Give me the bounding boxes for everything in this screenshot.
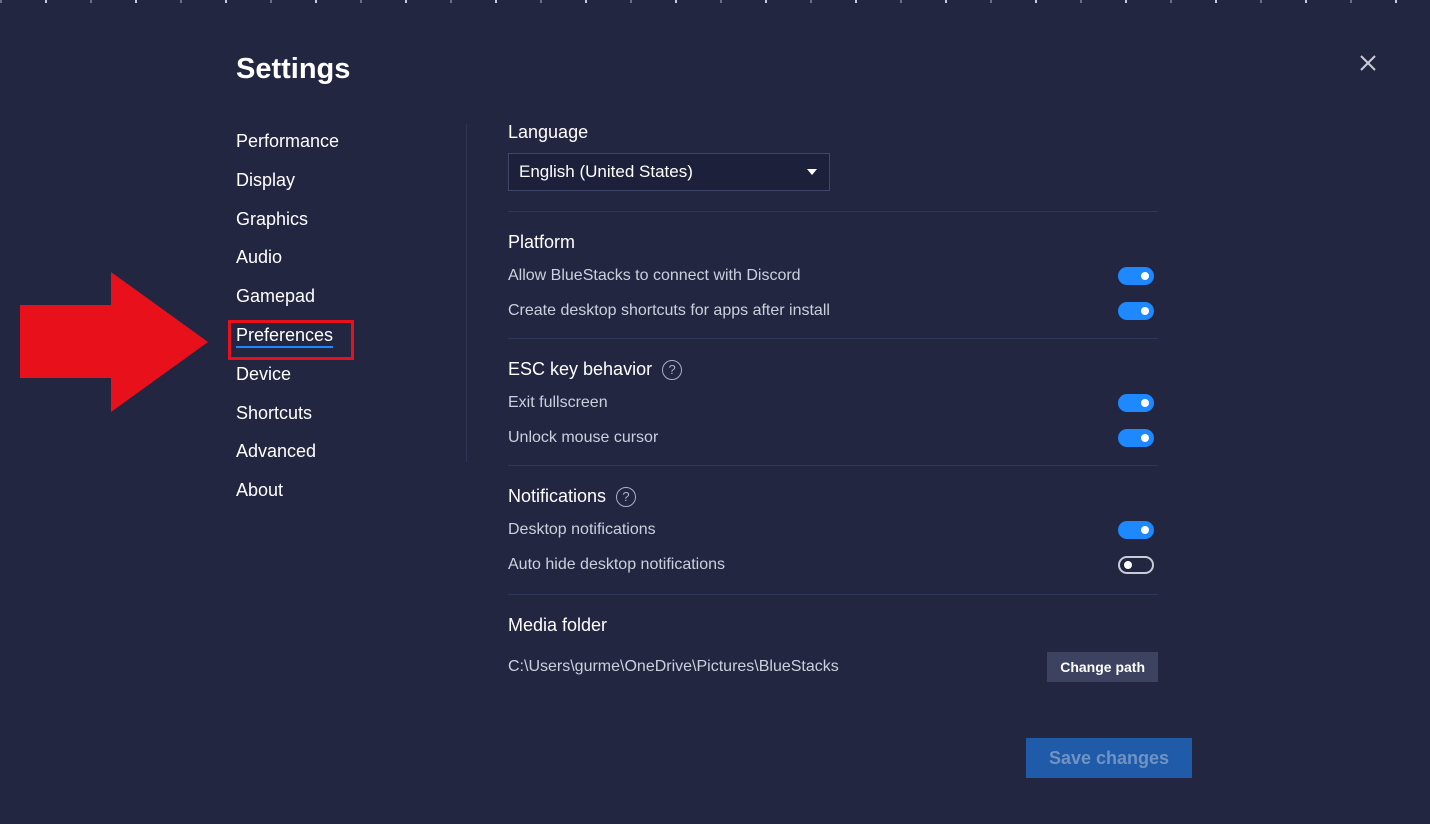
option-label: Unlock mouse cursor [508, 428, 659, 446]
nav-item-audio[interactable]: Audio [236, 241, 339, 280]
nav-item-label: Display [236, 169, 296, 190]
nav-item-device[interactable]: Device [236, 358, 339, 397]
close-icon[interactable] [1355, 50, 1381, 76]
esc-title: ESC key behavior ? [508, 359, 1158, 380]
option-row-desktop-notifications: Desktop notifications [508, 512, 1158, 547]
desktop-notifications-toggle[interactable] [1118, 520, 1154, 539]
option-label: Auto hide desktop notifications [508, 555, 726, 573]
annotation-arrow-icon [20, 272, 210, 417]
option-row-discord: Allow BlueStacks to connect with Discord [508, 258, 1158, 293]
nav-item-label: Gamepad [236, 286, 316, 307]
unlock-cursor-toggle[interactable] [1118, 428, 1154, 447]
option-label: Allow BlueStacks to connect with Discord [508, 266, 801, 284]
chevron-down-icon [807, 169, 817, 175]
language-selected-value: English (United States) [519, 162, 693, 181]
media-folder-row: C:\Users\gurme\OneDrive\Pictures\BlueSta… [508, 652, 1158, 682]
option-row-shortcuts: Create desktop shortcuts for apps after … [508, 293, 1158, 328]
platform-title: Platform [508, 232, 576, 252]
nav-item-gamepad[interactable]: Gamepad [236, 280, 339, 319]
background-strip [0, 0, 1430, 3]
option-row-exit-fullscreen: Exit fullscreen [508, 385, 1158, 420]
desktop-shortcuts-toggle[interactable] [1118, 301, 1154, 320]
nav-item-label: Advanced [236, 441, 317, 462]
nav-item-preferences[interactable]: Preferences [236, 319, 339, 358]
nav-item-label: Device [236, 363, 292, 384]
nav-item-graphics[interactable]: Graphics [236, 203, 339, 242]
help-icon[interactable]: ? [662, 359, 683, 380]
esc-title-label: ESC key behavior [508, 359, 653, 379]
discord-toggle[interactable] [1118, 266, 1154, 285]
nav-item-label: Performance [236, 131, 340, 151]
nav-item-label: Graphics [236, 208, 309, 229]
option-row-auto-hide: Auto hide desktop notifications [508, 547, 1158, 582]
nav-item-advanced[interactable]: Advanced [236, 435, 339, 474]
option-label: Exit fullscreen [508, 393, 608, 411]
nav-item-label: About [236, 480, 284, 501]
preferences-panel: Language English (United States) Platfor… [508, 122, 1158, 682]
nav-item-performance[interactable]: Performance [236, 125, 339, 164]
auto-hide-notifications-toggle[interactable] [1118, 555, 1154, 574]
media-folder-title: Media folder [508, 615, 608, 635]
option-label: Desktop notifications [508, 520, 656, 538]
nav-item-about[interactable]: About [236, 474, 339, 513]
exit-fullscreen-toggle[interactable] [1118, 393, 1154, 412]
language-title: Language [508, 122, 589, 142]
nav-item-label: Audio [236, 247, 283, 268]
section-divider [508, 465, 1158, 466]
notifications-title: Notifications ? [508, 486, 1158, 507]
option-label: Create desktop shortcuts for apps after … [508, 301, 830, 319]
settings-nav: Performance Display Graphics Audio Gamep… [236, 125, 339, 513]
nav-divider [466, 124, 467, 462]
option-row-unlock-cursor: Unlock mouse cursor [508, 420, 1158, 455]
page-title: Settings [236, 53, 351, 85]
nav-item-shortcuts[interactable]: Shortcuts [236, 397, 339, 436]
nav-item-label: Shortcuts [236, 402, 313, 423]
help-icon[interactable]: ? [616, 486, 637, 507]
section-divider [508, 338, 1158, 339]
nav-item-display[interactable]: Display [236, 164, 339, 203]
section-divider [508, 594, 1158, 595]
change-path-button[interactable]: Change path [1047, 652, 1158, 682]
settings-dialog: Settings Performance Display Graphics Au… [0, 0, 1430, 824]
save-changes-button[interactable]: Save changes [1026, 738, 1192, 778]
nav-item-label: Preferences [236, 324, 334, 348]
language-select[interactable]: English (United States) [508, 153, 830, 191]
media-folder-path: C:\Users\gurme\OneDrive\Pictures\BlueSta… [508, 658, 839, 675]
section-divider [508, 211, 1158, 212]
notifications-title-label: Notifications [508, 486, 607, 506]
